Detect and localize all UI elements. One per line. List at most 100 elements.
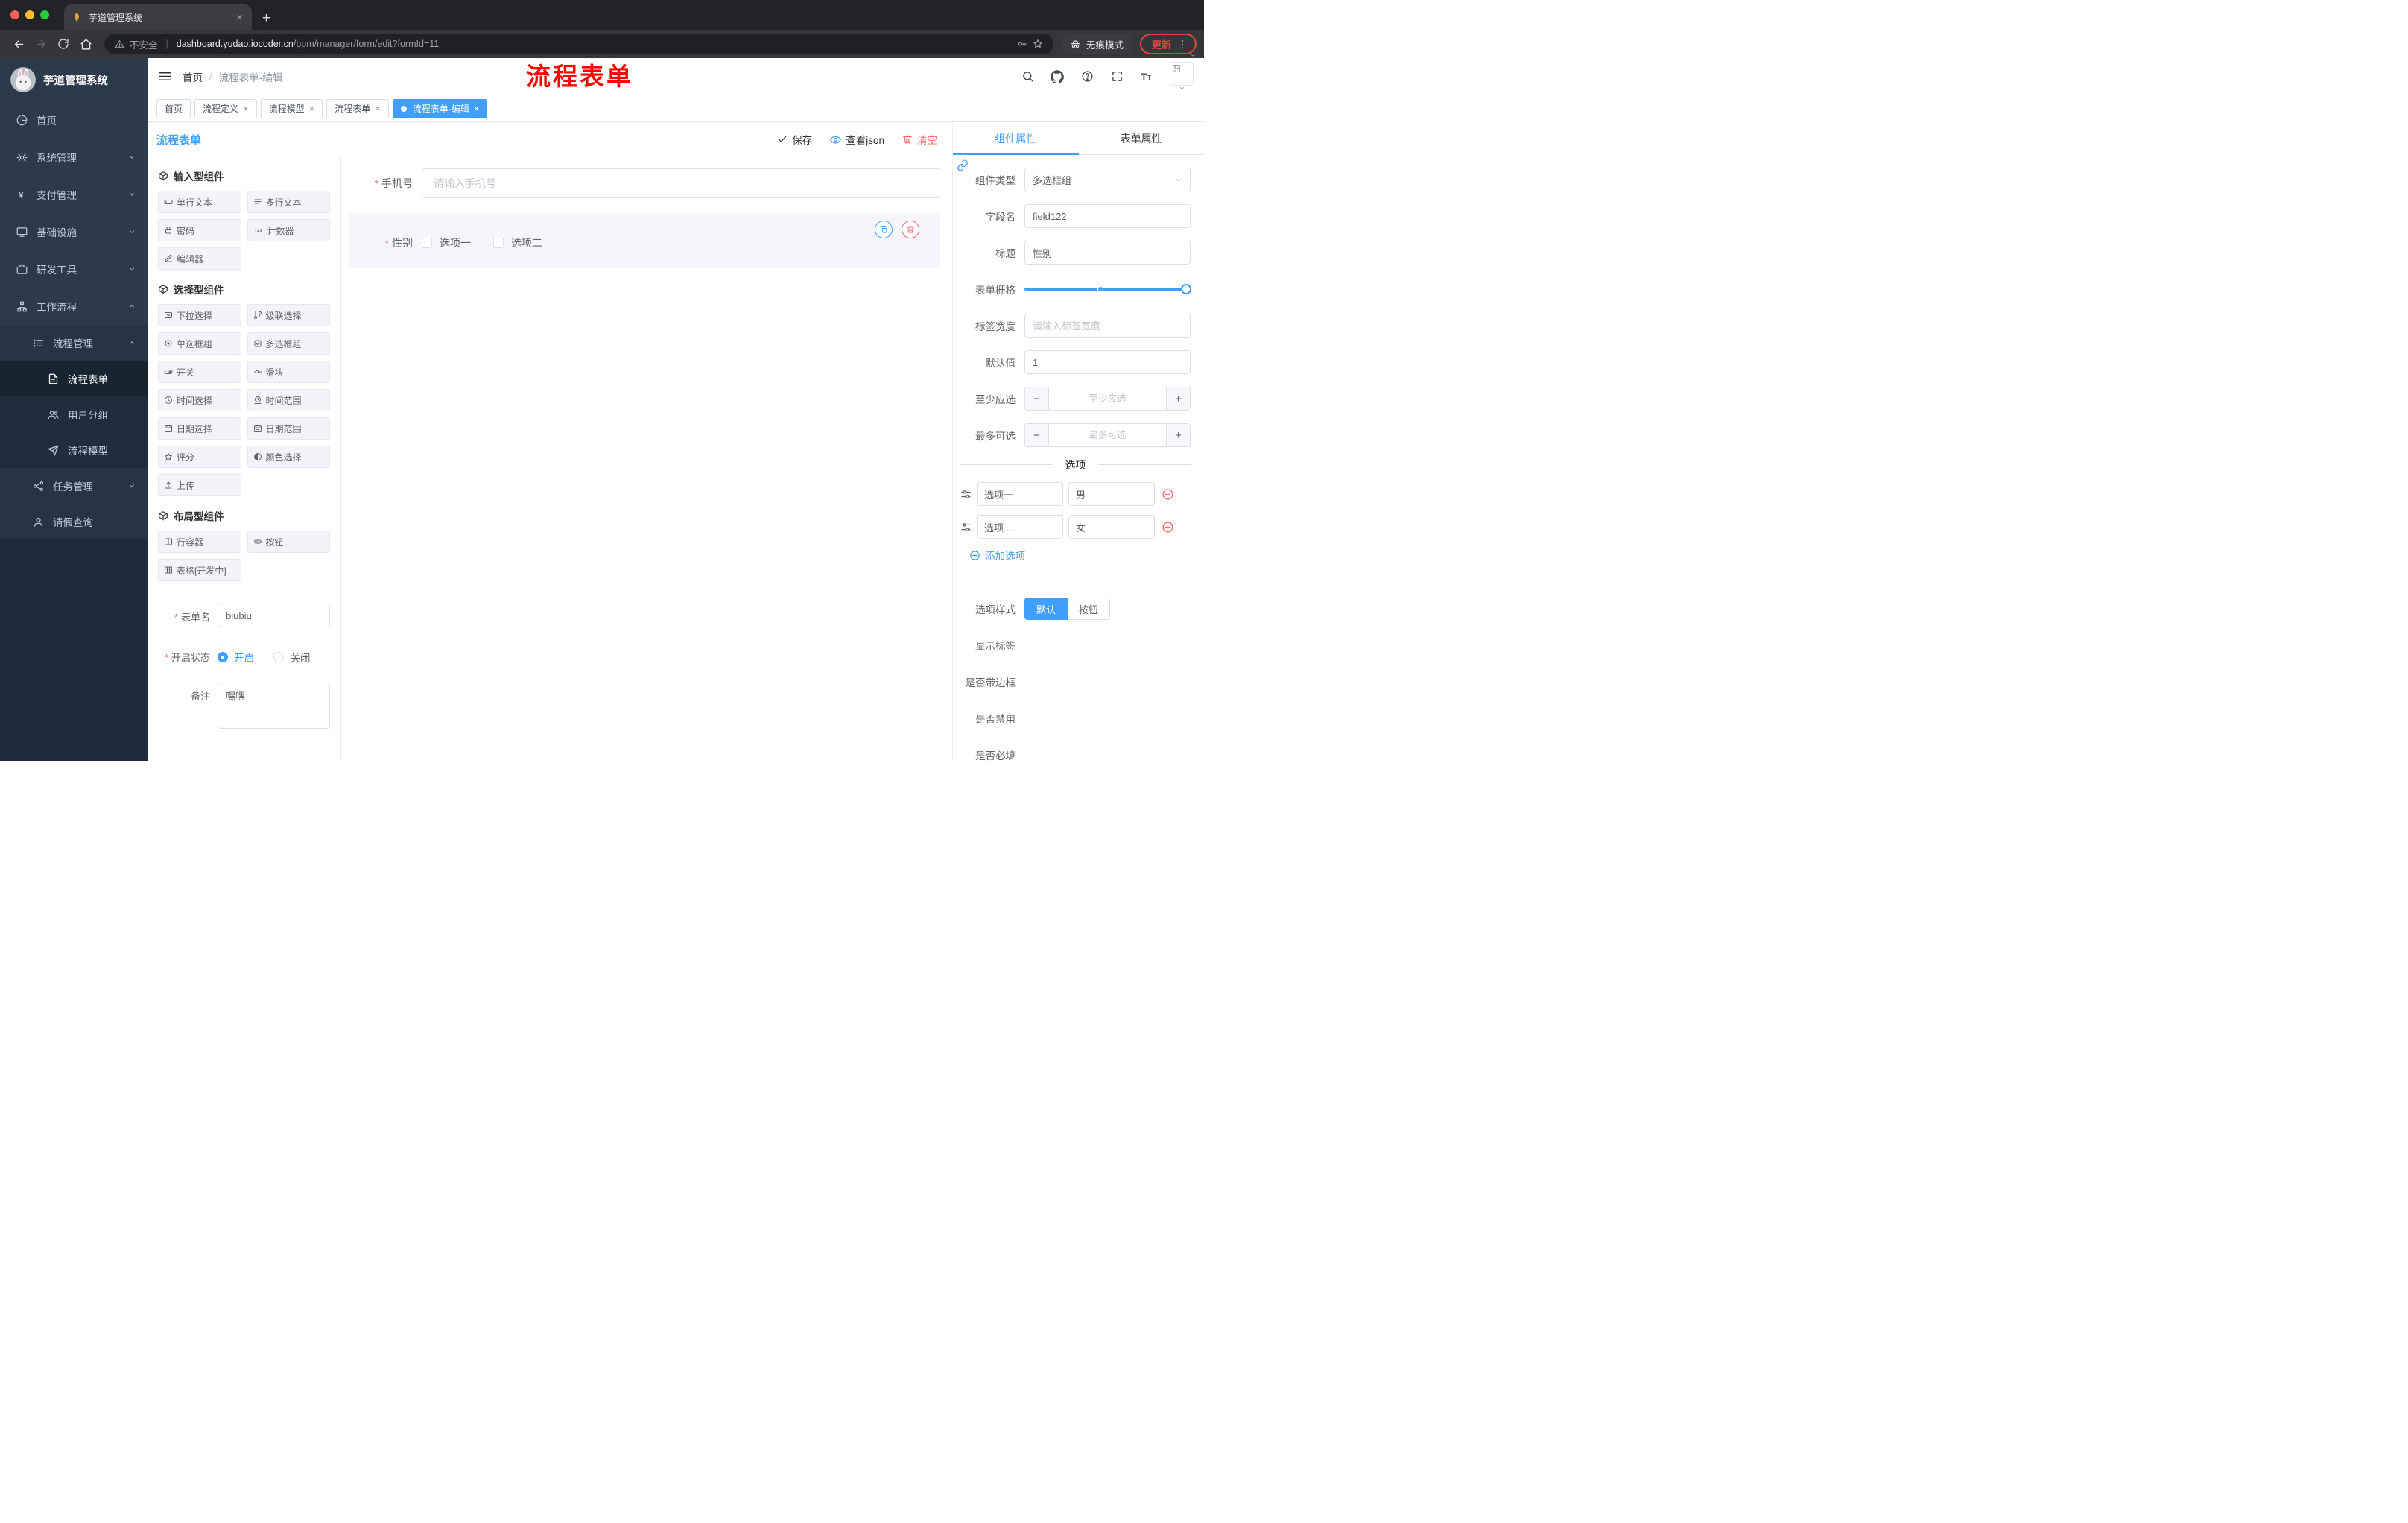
clear-button[interactable]: 清空 xyxy=(902,132,937,147)
sidebar-item-devtools[interactable]: 研发工具 xyxy=(0,250,148,288)
close-icon[interactable]: × xyxy=(474,104,480,113)
sidebar-item-system[interactable]: 系统管理 xyxy=(0,139,148,176)
tab-component-props[interactable]: 组件属性 xyxy=(953,122,1079,155)
browser-menu-icon[interactable]: ⋮ xyxy=(1177,38,1188,51)
close-icon[interactable]: × xyxy=(309,104,315,113)
drag-handle-icon[interactable] xyxy=(960,489,972,500)
field-name-input[interactable] xyxy=(1024,204,1191,228)
key-icon[interactable] xyxy=(1017,39,1027,49)
palette-item-time-range[interactable]: 时间范围 xyxy=(247,389,330,411)
slider-track[interactable] xyxy=(1024,284,1191,294)
palette-item-checkbox-group[interactable]: 多选框组 xyxy=(247,332,330,355)
close-icon[interactable]: × xyxy=(375,104,381,113)
new-tab-button[interactable]: + xyxy=(262,11,270,25)
sidebar-item-process-management[interactable]: 流程管理 xyxy=(0,325,148,361)
hamburger-icon[interactable] xyxy=(158,69,172,83)
app-logo[interactable]: 芋道管理系统 xyxy=(0,58,148,101)
sidebar-item-process-form[interactable]: 流程表单 xyxy=(0,361,148,396)
help-icon[interactable] xyxy=(1074,65,1100,89)
style-default-button[interactable]: 默认 xyxy=(1024,598,1068,620)
sidebar-item-workflow[interactable]: 工作流程 xyxy=(0,288,148,325)
gender-option-2-checkbox[interactable]: 选项二 xyxy=(493,235,542,250)
tab-form-props[interactable]: 表单属性 xyxy=(1079,122,1205,154)
tab-close-icon[interactable]: × xyxy=(235,12,244,23)
back-icon[interactable] xyxy=(7,33,30,55)
palette-item-single-text[interactable]: 单行文本 xyxy=(158,191,241,213)
option-value-input[interactable] xyxy=(1068,482,1155,506)
tag-process-form[interactable]: 流程表单 × xyxy=(326,98,389,118)
tag-process-form-edit[interactable]: 流程表单-编辑 × xyxy=(392,98,488,118)
palette-item-counter[interactable]: 123 计数器 xyxy=(247,219,330,241)
palette-item-table[interactable]: 表格[开发中] xyxy=(158,559,241,581)
palette-item-switch[interactable]: 开关 xyxy=(158,361,241,383)
min-select-input[interactable] xyxy=(1049,387,1166,410)
tag-home[interactable]: 首页 xyxy=(156,98,191,118)
option-label-input[interactable] xyxy=(977,482,1063,506)
default-value-input[interactable] xyxy=(1024,350,1191,374)
breadcrumb-home[interactable]: 首页 xyxy=(183,69,203,84)
github-icon[interactable] xyxy=(1045,65,1070,89)
drag-handle-icon[interactable] xyxy=(960,522,972,533)
gender-field-block[interactable]: 性别 选项一 选项二 xyxy=(349,213,940,268)
sidebar-item-user-group[interactable]: 用户分组 xyxy=(0,396,148,432)
palette-item-date-range[interactable]: 日期范围 xyxy=(247,417,330,440)
form-name-input[interactable] xyxy=(218,604,330,627)
browser-update-button[interactable]: 更新 ⋮ xyxy=(1139,34,1197,54)
tag-process-model[interactable]: 流程模型 × xyxy=(260,98,323,118)
option-value-input[interactable] xyxy=(1068,515,1155,539)
style-button-button[interactable]: 按钮 xyxy=(1068,598,1111,620)
slider-handle[interactable] xyxy=(1181,284,1191,294)
link-icon[interactable] xyxy=(957,159,969,171)
sidebar-item-payment[interactable]: ¥ 支付管理 xyxy=(0,176,148,213)
palette-item-date-picker[interactable]: 日期选择 xyxy=(158,417,241,440)
minus-icon[interactable]: − xyxy=(1025,424,1049,446)
font-size-icon[interactable]: TT xyxy=(1134,65,1159,89)
palette-item-button[interactable]: 按钮 xyxy=(247,531,330,553)
palette-item-slider[interactable]: 滑块 xyxy=(247,361,330,383)
status-on-radio[interactable]: 开启 xyxy=(218,644,254,665)
palette-item-radio-group[interactable]: 单选框组 xyxy=(158,332,241,355)
minus-icon[interactable]: − xyxy=(1025,387,1049,410)
reload-icon[interactable] xyxy=(52,33,75,55)
add-option-button[interactable]: 添加选项 xyxy=(969,548,1191,563)
tag-process-definition[interactable]: 流程定义 × xyxy=(194,98,257,118)
label-width-input[interactable] xyxy=(1024,314,1191,338)
minimize-window-button[interactable] xyxy=(25,10,34,19)
title-input[interactable] xyxy=(1024,241,1191,265)
close-window-button[interactable] xyxy=(10,10,19,19)
save-button[interactable]: 保存 xyxy=(777,132,812,147)
remove-option-icon[interactable] xyxy=(1162,521,1174,533)
close-icon[interactable]: × xyxy=(243,104,249,113)
component-type-select[interactable]: 多选框组 xyxy=(1024,168,1191,191)
browser-tab[interactable]: 芋道管理系统 × xyxy=(64,4,252,30)
sidebar-item-infrastructure[interactable]: 基础设施 xyxy=(0,213,148,250)
delete-component-button[interactable] xyxy=(902,221,919,238)
view-json-button[interactable]: 查看json xyxy=(830,132,884,147)
copy-component-button[interactable] xyxy=(875,221,893,238)
sidebar-item-task-management[interactable]: 任务管理 xyxy=(0,468,148,504)
avatar-caret-icon[interactable] xyxy=(1179,85,1185,92)
max-select-input[interactable] xyxy=(1049,424,1166,446)
palette-item-password[interactable]: 密码 xyxy=(158,219,241,241)
gender-option-1-checkbox[interactable]: 选项一 xyxy=(422,235,471,250)
forward-icon[interactable] xyxy=(30,33,52,55)
palette-item-time-picker[interactable]: 时间选择 xyxy=(158,389,241,411)
search-icon[interactable] xyxy=(1015,65,1040,89)
phone-input[interactable] xyxy=(422,168,940,198)
palette-item-cascader[interactable]: 级联选择 xyxy=(247,304,330,326)
fullscreen-icon[interactable] xyxy=(1104,65,1129,89)
sidebar-item-home[interactable]: 首页 xyxy=(0,101,148,139)
address-bar[interactable]: 不安全 | dashboard.yudao.iocoder.cn/bpm/man… xyxy=(104,34,1054,54)
bookmark-star-icon[interactable] xyxy=(1033,39,1043,49)
option-label-input[interactable] xyxy=(977,515,1063,539)
palette-item-upload[interactable]: 上传 xyxy=(158,474,241,496)
palette-item-select[interactable]: 下拉选择 xyxy=(158,304,241,326)
grid-slider[interactable] xyxy=(1024,277,1191,301)
avatar[interactable] xyxy=(1170,61,1194,86)
remark-textarea[interactable]: 嘿嘿 xyxy=(218,683,330,729)
zoom-window-button[interactable] xyxy=(40,10,49,19)
sidebar-item-leave-query[interactable]: 请假查询 xyxy=(0,504,148,539)
palette-item-rate[interactable]: 评分 xyxy=(158,446,241,468)
status-off-radio[interactable]: 关闭 xyxy=(273,644,310,665)
home-icon[interactable] xyxy=(75,33,97,55)
